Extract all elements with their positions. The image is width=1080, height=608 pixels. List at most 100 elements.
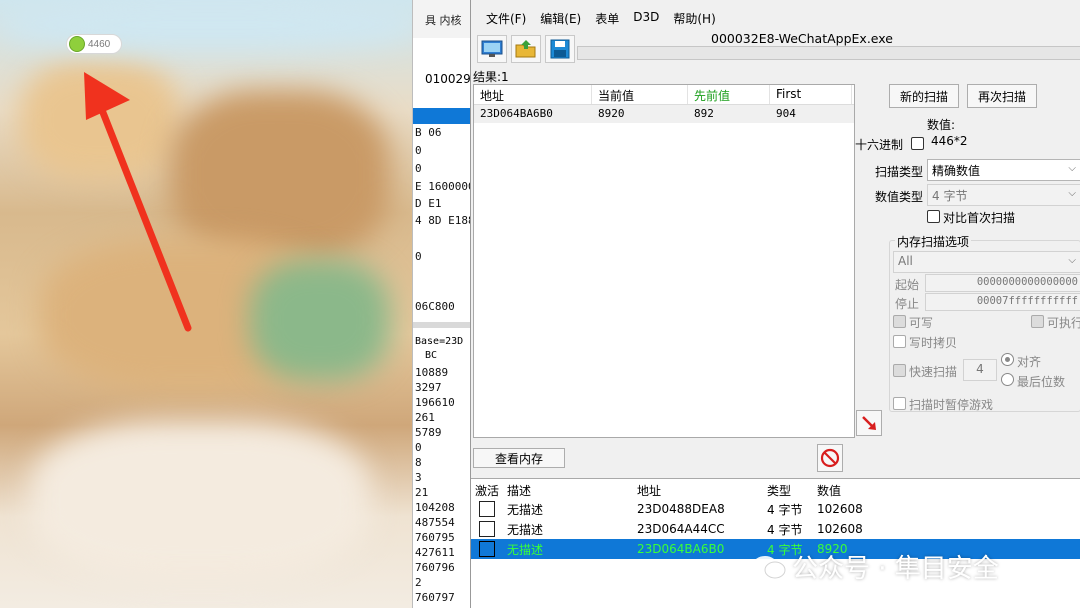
row-type: 4 字节 <box>767 522 803 537</box>
view-memory-button[interactable]: 查看内存 <box>473 448 565 468</box>
col-type[interactable]: 类型 <box>763 479 813 499</box>
bg-value: 3 <box>415 471 422 484</box>
bg-value: 3297 <box>415 381 442 394</box>
active-checkbox[interactable] <box>479 501 495 517</box>
executable-checkbox[interactable] <box>1031 315 1044 328</box>
bg-menu: 具 内核 <box>413 0 474 38</box>
col-current[interactable]: 当前值 <box>592 85 688 104</box>
col-description[interactable]: 描述 <box>503 479 633 499</box>
bg-line: 0 <box>415 162 422 175</box>
memory-options-title: 内存扫描选项 <box>895 233 972 250</box>
result-current: 8920 <box>598 107 625 120</box>
results-count: 结果:1 <box>473 70 509 84</box>
select-process-button[interactable] <box>477 35 507 63</box>
row-value: 102608 <box>817 522 863 536</box>
menu-edit[interactable]: 编辑(E) <box>533 8 588 30</box>
table-row[interactable]: 23D064BA6B0 8920 892 904 <box>474 105 854 123</box>
row-description: 无描述 <box>507 522 544 537</box>
start-address-input[interactable]: 0000000000000000 <box>925 274 1080 292</box>
menu-table[interactable]: 表单 <box>588 8 626 30</box>
arrow-down-right-icon <box>862 416 876 430</box>
table-row[interactable]: 无描述 23D064A44CC 4 字节 102608 <box>471 519 1080 539</box>
bg-address: 010029 <box>425 72 471 86</box>
chevron-down-icon: ⌵ <box>1068 255 1076 266</box>
new-scan-button[interactable]: 新的扫描 <box>889 84 959 108</box>
bg-line: 06C800 <box>415 300 455 313</box>
bg-separator <box>413 322 474 328</box>
open-file-button[interactable] <box>511 35 541 63</box>
bg-value: 2 <box>415 576 422 589</box>
menu-d3d[interactable]: D3D <box>626 8 666 30</box>
pause-game-label: 扫描时暂停游戏 <box>909 398 994 412</box>
menu-file[interactable]: 文件(F) <box>479 8 533 30</box>
hex-checkbox[interactable] <box>911 137 924 150</box>
stop-scan-button[interactable] <box>817 444 843 472</box>
game-view[interactable]: 4460 <box>0 0 418 608</box>
result-previous: 892 <box>694 107 714 120</box>
fast-scan-checkbox[interactable] <box>893 364 906 377</box>
bg-value: 104208 <box>415 501 455 514</box>
active-checkbox[interactable] <box>479 541 495 557</box>
menu-bar: 文件(F) 编辑(E) 表单 D3D 帮助(H) <box>471 8 723 30</box>
red-arrow-icon <box>84 72 192 332</box>
row-address: 23D064A44CC <box>637 522 725 536</box>
active-checkbox[interactable] <box>479 521 495 537</box>
row-description: 无描述 <box>507 542 544 557</box>
bg-line: B 06 <box>415 126 442 139</box>
col-previous[interactable]: 先前值 <box>688 85 770 104</box>
col-first[interactable]: First <box>770 85 852 104</box>
bg-line: D E1 <box>415 197 442 210</box>
fast-scan-input[interactable]: 4 <box>963 359 997 381</box>
bg-value: 21 <box>415 486 429 499</box>
col-active[interactable]: 激活 <box>471 479 503 499</box>
watermark: 公众号 · 隼目安全 <box>752 548 999 585</box>
wechat-icon <box>753 555 786 578</box>
bg-value: 427611 <box>415 546 455 559</box>
save-button[interactable] <box>545 35 575 63</box>
bg-value: 261 <box>415 411 435 424</box>
writable-label: 可写 <box>909 316 934 330</box>
bg-line: E 1600000 <box>415 180 474 193</box>
start-label: 起始 <box>895 278 920 292</box>
row-value: 102608 <box>817 502 863 516</box>
align-label: 对齐 <box>1017 355 1042 369</box>
next-scan-button[interactable]: 再次扫描 <box>967 84 1037 108</box>
bg-selection <box>413 108 474 124</box>
col-address[interactable]: 地址 <box>474 85 592 104</box>
bg-value: 8 <box>415 456 422 469</box>
table-row[interactable]: 无描述 23D0488DEA8 4 字节 102608 <box>471 499 1080 519</box>
col-address[interactable]: 地址 <box>633 479 763 499</box>
copy-on-write-checkbox[interactable] <box>893 335 906 348</box>
monitor-icon <box>481 40 503 57</box>
row-type: 4 字节 <box>767 502 803 517</box>
scan-type-select[interactable]: 精确数值 ⌵ <box>927 159 1080 181</box>
address-list[interactable]: 激活 描述 地址 类型 数值 无描述 23D0488DEA8 4 字节 1026… <box>471 478 1080 608</box>
align-radio[interactable] <box>1001 353 1014 366</box>
pause-game-checkbox[interactable] <box>893 397 906 410</box>
toolbar <box>477 35 575 63</box>
bg-value: 5789 <box>415 426 442 439</box>
col-value[interactable]: 数值 <box>813 479 893 499</box>
memory-region-select[interactable]: All ⌵ <box>893 251 1080 273</box>
last-digits-label: 最后位数 <box>1017 375 1066 389</box>
results-header: 地址 当前值 先前值 First <box>474 85 854 105</box>
value-type-select[interactable]: 4 字节 ⌵ <box>927 184 1080 206</box>
fast-scan-label: 快速扫描 <box>909 365 958 379</box>
value-input[interactable]: 446*2 <box>927 132 1080 154</box>
stop-address-input[interactable]: 00007fffffffffff <box>925 293 1080 311</box>
copy-on-write-label: 写时拷贝 <box>909 336 958 350</box>
value-label: 数值: <box>927 118 956 132</box>
process-title: 000032E8-WeChatAppEx.exe <box>711 31 893 46</box>
bg-header: BC <box>425 350 438 361</box>
bg-value: 760796 <box>415 561 455 574</box>
scan-results-list[interactable]: 地址 当前值 先前值 First 23D064BA6B0 8920 892 90… <box>473 84 855 438</box>
last-digits-radio[interactable] <box>1001 373 1014 386</box>
row-address: 23D064BA6B0 <box>637 542 725 556</box>
writable-checkbox[interactable] <box>893 315 906 328</box>
memory-region-value: All <box>898 254 913 268</box>
compare-first-checkbox[interactable] <box>927 210 940 223</box>
add-to-list-button[interactable] <box>856 410 882 436</box>
menu-help[interactable]: 帮助(H) <box>666 8 722 30</box>
bg-header: Base=23D <box>415 336 464 347</box>
row-address: 23D0488DEA8 <box>637 502 725 516</box>
